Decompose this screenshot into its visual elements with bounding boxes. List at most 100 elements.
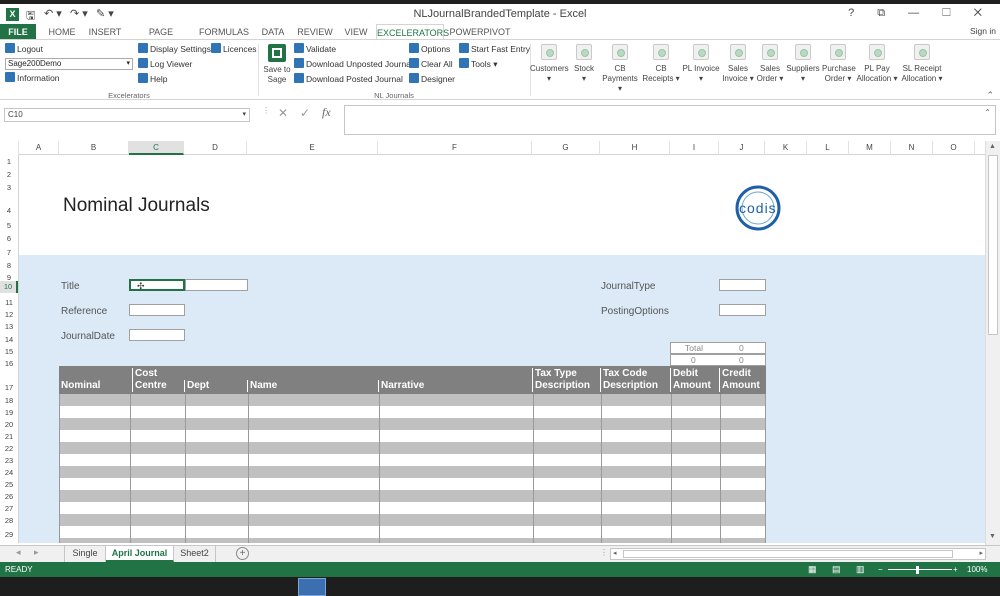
row-header[interactable]: 26 (0, 492, 18, 501)
tab-review[interactable]: REVIEW (294, 24, 336, 40)
column-header[interactable]: G (532, 141, 600, 155)
journal-date-field[interactable] (129, 329, 185, 341)
download-posted-button[interactable]: Download Posted Journal (294, 73, 403, 86)
tab-split-handle[interactable]: ⋮ (600, 548, 608, 557)
row-header[interactable]: 29 (0, 530, 18, 539)
row-header[interactable]: 4 (0, 206, 18, 215)
row-header[interactable]: 10 (0, 281, 18, 293)
zoom-slider[interactable] (888, 569, 952, 570)
column-header[interactable]: O (933, 141, 975, 155)
zoom-slider-thumb[interactable] (916, 566, 919, 574)
tab-page-layout[interactable]: PAGE LAYOUT (130, 24, 192, 53)
column-header[interactable]: A (19, 141, 59, 155)
row-header[interactable]: 2 (0, 170, 18, 179)
row-header[interactable]: 20 (0, 420, 18, 429)
row-header[interactable]: 15 (0, 347, 18, 356)
enter-icon[interactable]: ✓ (300, 106, 310, 120)
zoom-in-icon[interactable]: + (953, 562, 958, 577)
zoom-level[interactable]: 100% (967, 562, 987, 577)
sl-receipt-allocation-button[interactable]: SL Receipt Allocation ▾ (900, 44, 944, 84)
cb-receipts-button[interactable]: CB Receipts ▾ (642, 44, 680, 84)
company-dropdown[interactable]: Sage200Demo ▾ (5, 58, 133, 70)
row-header[interactable]: 3 (0, 183, 18, 192)
row-header[interactable]: 8 (0, 261, 18, 270)
row-header[interactable]: 5 (0, 221, 18, 230)
chevron-up-icon[interactable]: ⌃ (984, 108, 991, 117)
licences-button[interactable]: Licences (211, 43, 257, 56)
sales-invoice-button[interactable]: Sales Invoice ▾ (722, 44, 754, 84)
tools-button[interactable]: Tools ▾ (459, 58, 497, 71)
column-header[interactable]: B (59, 141, 129, 155)
column-header[interactable]: K (765, 141, 807, 155)
name-box[interactable]: C10 ▾ (4, 108, 250, 122)
tab-data[interactable]: DATA (256, 24, 290, 40)
vertical-scrollbar[interactable]: ▲ ▼ (985, 141, 1000, 545)
save-to-sage-button[interactable]: Save to Sage (262, 44, 292, 85)
row-header[interactable]: 28 (0, 516, 18, 525)
column-header[interactable]: N (891, 141, 933, 155)
journal-table-body[interactable] (59, 394, 766, 543)
page-break-view-icon[interactable]: ▥ (856, 562, 865, 577)
row-header[interactable]: 17 (0, 383, 18, 392)
validate-button[interactable]: Validate (294, 43, 336, 56)
column-header[interactable]: L (807, 141, 849, 155)
column-header[interactable]: M (849, 141, 891, 155)
posting-options-field[interactable] (719, 304, 766, 316)
row-header[interactable]: 23 (0, 456, 18, 465)
row-header[interactable]: 14 (0, 335, 18, 344)
sign-in-link[interactable]: Sign in (970, 26, 996, 36)
row-header[interactable]: 18 (0, 396, 18, 405)
row-header[interactable]: 11 (0, 298, 18, 307)
sheet-tab-sheet2[interactable]: Sheet2 (174, 546, 216, 562)
prev-sheet-icon[interactable]: ◂ (16, 547, 21, 558)
row-header[interactable]: 16 (0, 359, 18, 368)
tab-formulas[interactable]: FORMULAS (196, 24, 252, 40)
pl-invoice-button[interactable]: PL Invoice ▾ (682, 44, 720, 84)
window-controls[interactable]: ? ⧉ — ☐ ✕ (848, 7, 992, 20)
column-header[interactable]: E (247, 141, 378, 155)
scroll-left-icon[interactable]: ◂ (613, 549, 617, 557)
tab-home[interactable]: HOME (42, 24, 82, 40)
designer-button[interactable]: Designer (409, 73, 455, 86)
stock-button[interactable]: Stock ▾ (570, 44, 598, 84)
zoom-out-icon[interactable]: − (878, 562, 883, 577)
logout-button[interactable]: Logout (5, 43, 43, 56)
row-header[interactable]: 13 (0, 322, 18, 331)
tab-excelerators[interactable]: EXCELERATORS (376, 24, 449, 40)
page-layout-view-icon[interactable]: ▤ (832, 562, 841, 577)
row-header[interactable]: 19 (0, 408, 18, 417)
sheet-tab-single[interactable]: Single (64, 546, 106, 562)
scroll-up-icon[interactable]: ▲ (989, 143, 996, 150)
row-header[interactable]: 1 (0, 157, 18, 166)
tab-view[interactable]: VIEW (340, 24, 372, 40)
cb-payments-button[interactable]: CB Payments ▾ (600, 44, 640, 94)
clear-all-button[interactable]: Clear All (409, 58, 453, 71)
row-header[interactable]: 7 (0, 248, 18, 257)
select-all-button[interactable] (0, 141, 19, 155)
tab-insert[interactable]: INSERT (84, 24, 126, 40)
pl-pay-allocation-button[interactable]: PL Pay Allocation ▾ (856, 44, 898, 84)
row-header[interactable]: 25 (0, 480, 18, 489)
column-header[interactable]: J (719, 141, 765, 155)
normal-view-icon[interactable]: ▦ (808, 562, 817, 577)
tab-file[interactable]: FILE (0, 24, 36, 40)
row-header[interactable]: 6 (0, 234, 18, 243)
next-sheet-icon[interactable]: ▸ (34, 547, 39, 558)
information-button[interactable]: Information (5, 72, 60, 85)
sales-order-button[interactable]: Sales Order ▾ (756, 44, 784, 84)
reference-field[interactable] (129, 304, 185, 316)
help-button[interactable]: Help (138, 73, 167, 86)
start-fast-entry-button[interactable]: Start Fast Entry (459, 43, 530, 56)
worksheet[interactable]: Nominal Journals codis Title ✣ Reference… (19, 155, 985, 543)
add-sheet-icon[interactable]: + (236, 547, 249, 560)
row-header[interactable]: 21 (0, 432, 18, 441)
display-settings-button[interactable]: Display Settings (138, 43, 211, 56)
h-scroll-thumb[interactable] (623, 550, 953, 558)
scroll-right-icon[interactable]: ▸ (979, 549, 983, 557)
cancel-icon[interactable]: ✕ (278, 106, 288, 120)
horizontal-scrollbar[interactable]: ◂ ▸ (610, 548, 986, 560)
column-header[interactable]: I (670, 141, 719, 155)
column-header[interactable]: D (184, 141, 247, 155)
column-header[interactable]: H (600, 141, 670, 155)
column-header[interactable]: F (378, 141, 532, 155)
